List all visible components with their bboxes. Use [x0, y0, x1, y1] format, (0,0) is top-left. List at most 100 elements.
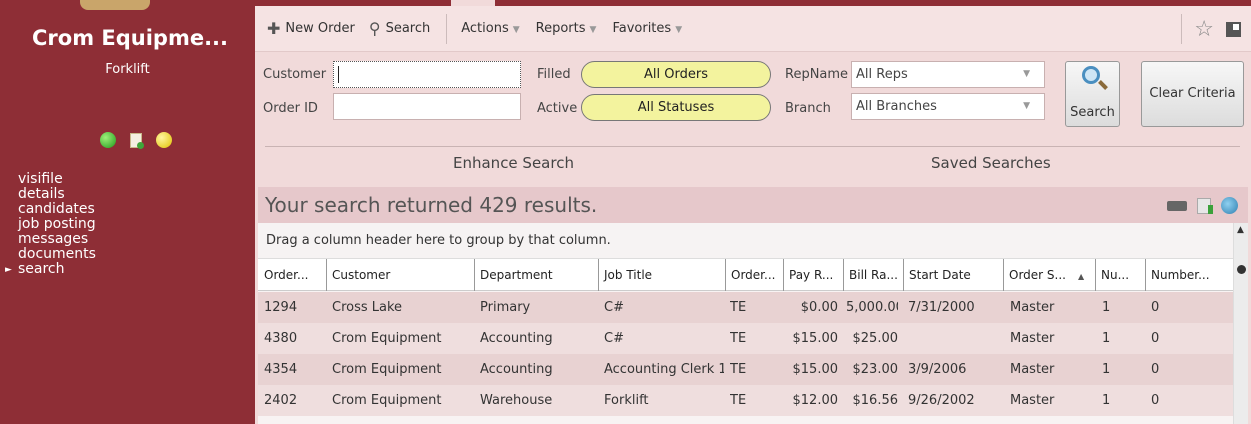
chevron-down-icon: ▼ — [1023, 101, 1030, 111]
print-icon[interactable] — [1167, 200, 1187, 211]
cell-customer: Cross Lake — [332, 300, 403, 315]
repname-select[interactable]: All Reps ▼ — [851, 61, 1045, 88]
grid-rows: 1294 Cross Lake Primary C# TE $0.00 5,000.00 7/… — [258, 292, 1233, 424]
table-row[interactable]: 4380 Crom Equipment Accounting C# TE $15.00 $2… — [258, 323, 1233, 354]
clear-criteria-button[interactable]: Clear Criteria — [1141, 61, 1244, 127]
column-header-customer[interactable]: Customer — [326, 259, 474, 291]
cell-order-status: Master — [1010, 331, 1055, 346]
cell-order-id: 4354 — [264, 362, 298, 377]
search-button[interactable]: ⚲ Search — [369, 19, 430, 38]
nav-item-details[interactable]: details — [6, 187, 96, 202]
cell-job-title: Forklift — [604, 393, 649, 408]
magnifier-icon: ⚲ — [368, 19, 381, 38]
cell-bill-rate: $23.00 — [852, 362, 899, 377]
table-row[interactable]: 4354 Crom Equipment Accounting Accounting C… — [258, 354, 1233, 385]
popout-icon[interactable] — [1226, 21, 1241, 37]
nav-item-job-posting[interactable]: job posting — [6, 217, 96, 232]
cell-order-status: Master — [1010, 393, 1055, 408]
column-header-job-title[interactable]: Job Title — [598, 259, 725, 291]
order-id-label: Order ID — [263, 101, 318, 116]
table-row[interactable]: 1294 Cross Lake Primary C# TE $0.00 5,000.00 7/… — [258, 292, 1233, 323]
chevron-down-icon: ▼ — [589, 25, 597, 35]
cell-bill-rate: $16.56 — [852, 393, 899, 408]
cell-order-id: 4380 — [264, 331, 298, 346]
cell-start-date: 9/26/2002 — [908, 393, 975, 408]
scroll-thumb[interactable] — [1237, 265, 1246, 274]
company-name: Crom Equipme... — [32, 26, 229, 50]
toolbar-separator — [1181, 14, 1183, 44]
actions-menu[interactable]: Actions ▼ — [461, 21, 519, 36]
new-order-label: New Order — [285, 21, 355, 36]
new-order-button[interactable]: ✚ New Order — [267, 19, 355, 38]
scroll-up-icon[interactable]: ▲ — [1237, 225, 1244, 235]
column-header-start-date[interactable]: Start Date — [903, 259, 1003, 291]
vertical-scrollbar[interactable]: ▲ — [1233, 223, 1248, 424]
logo — [80, 0, 150, 10]
divider — [265, 146, 1240, 147]
order-status-label: Order S... — [1009, 268, 1066, 282]
results-title: Your search returned 429 results. — [265, 193, 598, 217]
table-row[interactable]: 2402 Crom Equipment Warehouse Forklift TE $12… — [258, 385, 1233, 416]
cell-number-2: 0 — [1151, 393, 1160, 408]
column-header-number-2[interactable]: Number... — [1145, 259, 1227, 291]
reports-menu[interactable]: Reports ▼ — [536, 21, 597, 36]
nav-item-documents[interactable]: documents — [6, 247, 96, 262]
globe-icon[interactable] — [1221, 197, 1238, 214]
filled-label: Filled — [537, 67, 571, 82]
cell-number: 1 — [1102, 331, 1111, 346]
status-icons — [100, 132, 172, 149]
active-dropdown[interactable]: All Statuses — [581, 94, 771, 121]
column-header-order-type[interactable]: Order... — [725, 259, 783, 291]
actions-label: Actions — [461, 21, 509, 36]
saved-searches-link[interactable]: Saved Searches — [931, 154, 1051, 172]
filled-dropdown[interactable]: All Orders — [581, 61, 771, 88]
customer-label: Customer — [263, 67, 327, 82]
document-status-icon[interactable] — [130, 132, 144, 149]
reports-label: Reports — [535, 21, 586, 36]
nav-item-messages[interactable]: messages — [6, 232, 96, 247]
sidebar-nav: visifile details candidates job posting … — [5, 172, 96, 279]
cell-order-type: TE — [730, 362, 747, 377]
results-grid: Drag a column header here to group by th… — [258, 223, 1248, 424]
cell-pay-rate: $0.00 — [800, 300, 838, 315]
cell-number: 1 — [1102, 393, 1111, 408]
cell-department: Accounting — [480, 331, 553, 346]
nav-item-search[interactable]: search — [5, 262, 96, 279]
results-panel: Your search returned 429 results. Drag a… — [258, 187, 1248, 424]
group-by-hint[interactable]: Drag a column header here to group by th… — [258, 223, 1233, 259]
active-label: Active — [537, 101, 578, 116]
column-header-pay-rate[interactable]: Pay R... — [783, 259, 843, 291]
nav-item-candidates[interactable]: candidates — [6, 202, 96, 217]
plus-icon: ✚ — [267, 19, 281, 38]
order-id-input[interactable] — [333, 93, 521, 120]
green-status-icon[interactable] — [100, 132, 116, 148]
column-header-department[interactable]: Department — [474, 259, 597, 291]
cell-department: Accounting — [480, 362, 553, 377]
enhance-search-link[interactable]: Enhance Search — [453, 154, 574, 172]
branch-select[interactable]: All Branches ▼ — [851, 93, 1045, 120]
branch-label: Branch — [785, 101, 831, 116]
cell-number-2: 0 — [1151, 331, 1160, 346]
chevron-down-icon: ▼ — [512, 25, 520, 35]
yellow-status-icon[interactable] — [156, 132, 172, 148]
cell-number: 1 — [1102, 300, 1111, 315]
cell-order-status: Master — [1010, 300, 1055, 315]
magnifier-icon — [1082, 66, 1100, 84]
grid-header: Order... Customer Department Job Title O… — [258, 259, 1233, 291]
star-icon[interactable]: ☆ — [1194, 17, 1214, 42]
results-icons — [1167, 197, 1238, 214]
column-header-order-status[interactable]: Order S... ▲ — [1003, 259, 1095, 291]
repname-value: All Reps — [856, 67, 908, 82]
cell-number: 1 — [1102, 362, 1111, 377]
column-header-order-id[interactable]: Order... — [258, 259, 325, 291]
chevron-down-icon: ▼ — [675, 25, 683, 35]
column-header-bill-rate[interactable]: Bill Ra... — [843, 259, 903, 291]
column-header-number[interactable]: Nu... — [1095, 259, 1145, 291]
cell-job-title: C# — [604, 300, 624, 315]
criteria-search-button[interactable]: Search — [1065, 61, 1120, 127]
favorites-menu[interactable]: Favorites ▼ — [612, 21, 682, 36]
export-icon[interactable] — [1197, 197, 1213, 214]
cell-pay-rate: $15.00 — [792, 362, 839, 377]
nav-item-visifile[interactable]: visifile — [6, 172, 96, 187]
customer-input[interactable] — [333, 61, 521, 88]
